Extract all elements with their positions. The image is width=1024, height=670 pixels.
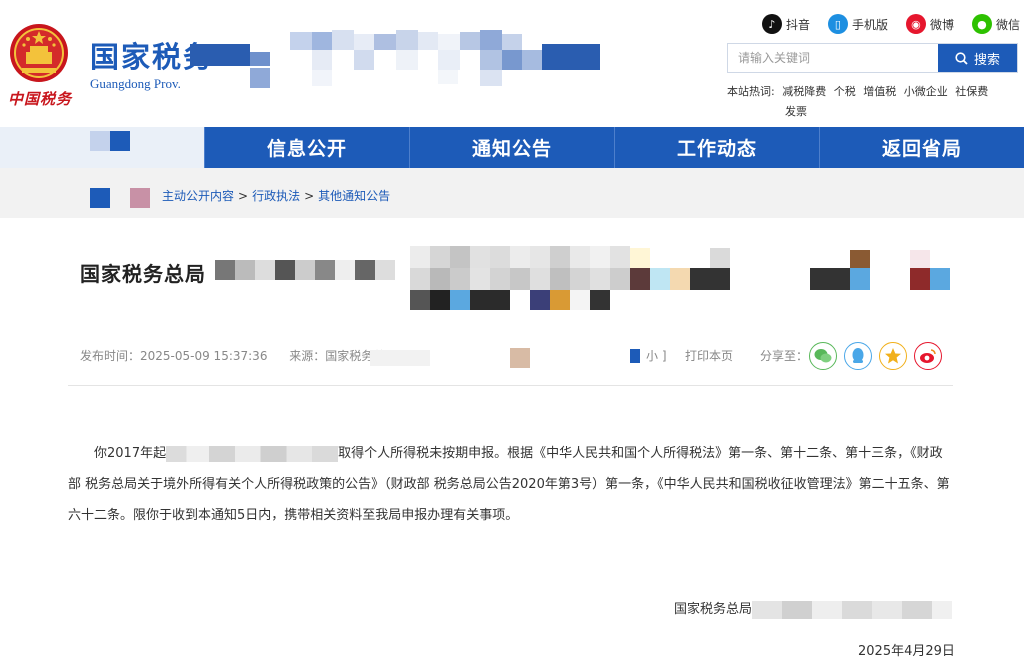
logo-script: 中国税务 bbox=[8, 90, 73, 108]
share-wechat-icon[interactable] bbox=[809, 342, 837, 370]
body-start: 你2017年起 bbox=[94, 446, 167, 461]
search-button[interactable]: 搜索 bbox=[938, 44, 1017, 72]
wechat-icon: ● bbox=[971, 14, 992, 34]
signing-org: 国家税务总局 bbox=[674, 598, 952, 619]
douyin-icon: ♪ bbox=[761, 14, 782, 34]
main-nav: 信息公开 通知公告 工作动态 返回省局 bbox=[0, 127, 1024, 168]
share-weibo-icon[interactable] bbox=[914, 342, 942, 370]
social-label: 微博 bbox=[929, 17, 954, 32]
hotword-link[interactable]: 发票 bbox=[785, 105, 807, 118]
meta-divider bbox=[68, 385, 953, 386]
social-mobile[interactable]: ▯ 手机版 bbox=[827, 14, 888, 34]
nav-label: 工作动态 bbox=[676, 138, 757, 160]
signing-org-text: 国家税务总局 bbox=[673, 602, 752, 617]
hotword-link[interactable]: 社保费 bbox=[955, 85, 988, 98]
body-redaction bbox=[166, 445, 339, 462]
nav-item-back[interactable]: 返回省局 bbox=[819, 127, 1024, 168]
hotword-link[interactable]: 减税降费 bbox=[782, 85, 826, 98]
font-tool-marker bbox=[630, 348, 640, 363]
breadcrumb-link[interactable]: 主动公开内容 bbox=[162, 189, 234, 203]
nav-item-notice[interactable]: 通知公告 bbox=[409, 127, 614, 168]
social-weibo[interactable]: ◉ 微博 bbox=[905, 14, 954, 34]
breadcrumb-separator: > bbox=[238, 189, 249, 203]
social-wechat[interactable]: ● 微信 bbox=[971, 14, 1020, 34]
article-body: 你2017年起 取得个人所得税未按期申报。根据《中华人民共和国个人所得税法》第一条… bbox=[68, 438, 955, 531]
font-size-small[interactable]: 小 ] bbox=[646, 347, 667, 364]
search-box: 搜索 bbox=[727, 43, 1018, 73]
hotword-link[interactable]: 个税 bbox=[834, 85, 856, 98]
national-emblem-icon bbox=[10, 24, 68, 82]
search-icon bbox=[955, 51, 968, 65]
article-title: 国家税务总局 bbox=[80, 258, 206, 287]
nav-item-home[interactable] bbox=[0, 127, 204, 168]
hotword-link[interactable]: 小微企业 bbox=[904, 85, 948, 98]
print-button[interactable]: 打印本页 bbox=[685, 347, 733, 364]
publish-time: 发布时间：2025-05-09 15:37:36 bbox=[80, 349, 268, 363]
signing-date: 2025年4月29日 bbox=[858, 644, 955, 659]
nav-item-info[interactable]: 信息公开 bbox=[204, 127, 409, 168]
search-input[interactable] bbox=[728, 44, 938, 72]
nav-item-news[interactable]: 工作动态 bbox=[614, 127, 819, 168]
breadcrumb-separator: > bbox=[304, 189, 315, 203]
search-button-label: 搜索 bbox=[973, 52, 1000, 68]
social-label: 抖音 bbox=[785, 17, 810, 32]
breadcrumb: 主动公开内容 > 行政执法 > 其他通知公告 bbox=[162, 187, 390, 204]
redaction-mosaic bbox=[370, 348, 530, 368]
social-douyin[interactable]: ♪ 抖音 bbox=[761, 14, 810, 34]
share-qq-icon[interactable] bbox=[844, 342, 872, 370]
nav-label: 通知公告 bbox=[471, 138, 552, 160]
redaction-mosaic bbox=[90, 188, 160, 210]
breadcrumb-link[interactable]: 其他通知公告 bbox=[318, 189, 390, 203]
social-label: 手机版 bbox=[851, 17, 888, 32]
signing-redaction bbox=[752, 600, 952, 619]
article-meta: 发布时间：2025-05-09 15:37:36 来源：国家税务总 bbox=[80, 347, 403, 364]
redaction-mosaic bbox=[215, 246, 955, 312]
social-links: ♪ 抖音 ▯ 手机版 ◉ 微博 ● 微信 bbox=[761, 14, 1020, 34]
redaction-mosaic bbox=[190, 30, 600, 90]
share-icons bbox=[809, 342, 942, 370]
hotwords-label: 本站热词: bbox=[727, 85, 775, 98]
share-qzone-icon[interactable] bbox=[879, 342, 907, 370]
title-prefix: 国家税务总局 bbox=[80, 262, 206, 286]
share-label: 分享至： bbox=[760, 349, 809, 363]
site-subtitle: Guangdong Prov. bbox=[90, 76, 181, 91]
weibo-icon: ◉ bbox=[905, 14, 926, 34]
breadcrumb-link[interactable]: 行政执法 bbox=[252, 189, 300, 203]
redaction-mosaic bbox=[90, 131, 130, 161]
nav-label: 信息公开 bbox=[266, 138, 347, 160]
nav-label: 返回省局 bbox=[881, 138, 962, 160]
hotword-link[interactable]: 增值税 bbox=[863, 85, 896, 98]
social-label: 微信 bbox=[995, 17, 1020, 32]
site-header: 中国税务 国家税务 Guangdong Prov. ♪ 抖音 ▯ 手机版 ◉ 微… bbox=[0, 0, 1024, 127]
hotwords: 本站热词: 减税降费 个税 增值税 小微企业 社保费 发票 bbox=[727, 82, 1007, 122]
font-size-tools[interactable]: 小 ] bbox=[630, 347, 667, 364]
mobile-icon: ▯ bbox=[827, 14, 848, 34]
